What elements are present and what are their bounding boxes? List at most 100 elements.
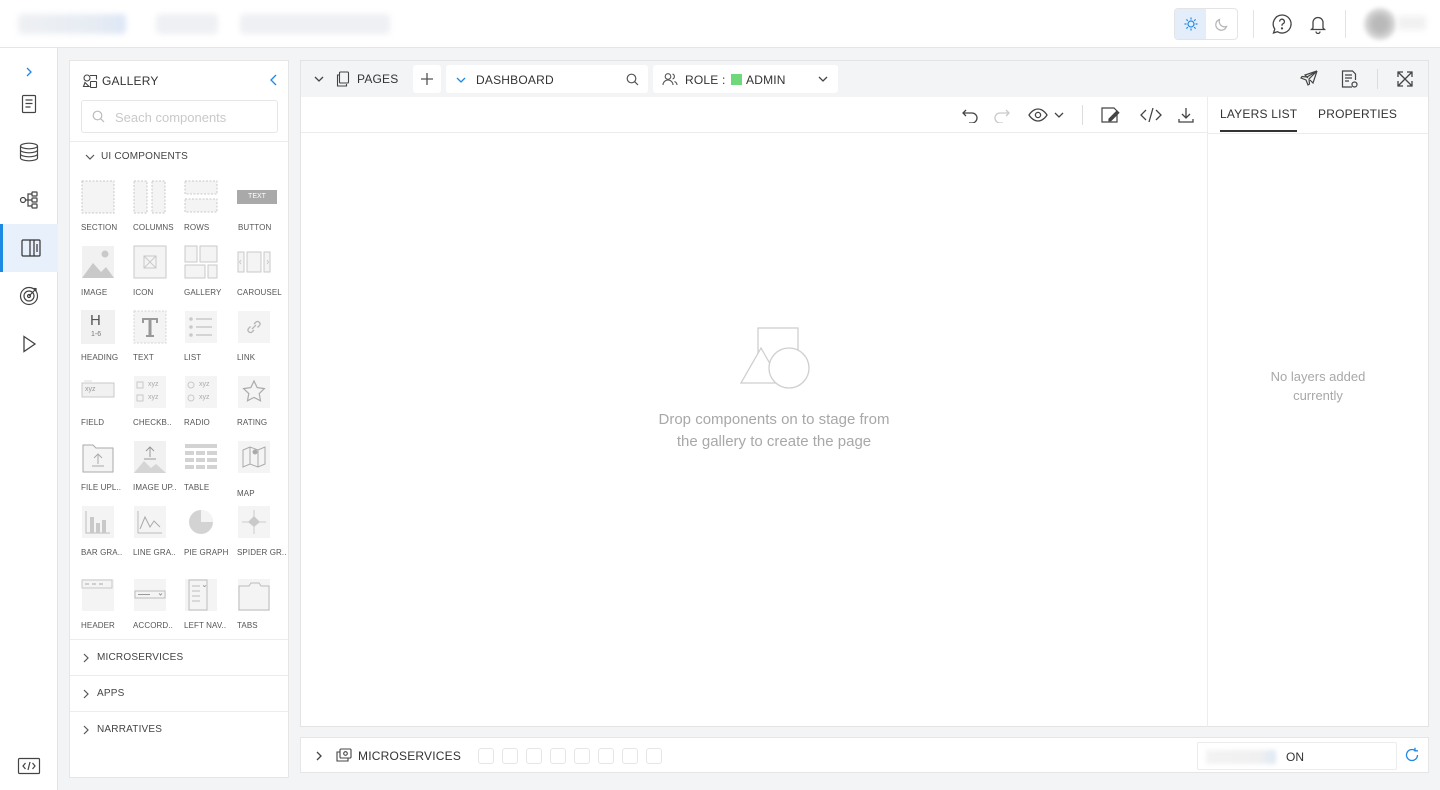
component-heading[interactable]: H 1-6 HEADING [81, 310, 133, 368]
component-checkbox[interactable]: xyz xyz CHECKB.. [133, 375, 185, 433]
component-icon[interactable]: ICON [133, 245, 185, 303]
button-icon: TEXT [237, 190, 277, 204]
component-file-upload[interactable]: FILE UPL.. [81, 440, 133, 498]
refresh-icon[interactable] [1404, 747, 1420, 763]
layers-empty-message: No layers added currently [1270, 369, 1366, 403]
gallery-icon [82, 73, 98, 89]
redo-icon[interactable] [992, 105, 1012, 125]
workflow-icon[interactable] [0, 176, 58, 224]
page-name: DASHBOARD [476, 73, 554, 87]
component-radio[interactable]: xyz xyz RADIO [184, 375, 236, 433]
search-icon [92, 110, 105, 123]
component-left-nav[interactable]: LEFT NAV.. [184, 578, 236, 636]
preview-eye-icon[interactable] [1028, 105, 1068, 125]
microservices-section[interactable]: MICROSERVICES [70, 639, 288, 675]
tab-layers-list[interactable]: LAYERS LIST [1220, 107, 1298, 132]
pages-label: PAGES [357, 72, 399, 86]
add-page-button[interactable] [413, 65, 441, 93]
download-icon[interactable] [1176, 105, 1196, 125]
component-tabs[interactable]: TABS [237, 578, 289, 636]
search-placeholder: Seach components [115, 110, 227, 125]
page-builder-icon[interactable] [0, 224, 58, 272]
role-select[interactable]: ROLE : ADMIN [653, 65, 838, 93]
microservice-slot[interactable] [646, 748, 662, 764]
component-rows[interactable]: ROWS [184, 180, 236, 238]
microservice-slot[interactable] [526, 748, 542, 764]
gallery-title: GALLERY [102, 74, 159, 88]
page-settings-icon[interactable] [1339, 69, 1359, 89]
component-list[interactable]: LIST [184, 310, 236, 368]
component-header[interactable]: HEADER [81, 578, 133, 636]
undo-icon[interactable] [960, 105, 980, 125]
component-image[interactable]: IMAGE [81, 245, 133, 303]
divider [1082, 105, 1083, 125]
status-field[interactable]: ON [1197, 742, 1397, 770]
chevron-right-icon[interactable] [314, 750, 324, 762]
component-bar-graph[interactable]: BAR GRA.. [81, 505, 133, 563]
role-label: ROLE : [685, 73, 726, 87]
component-table[interactable]: TABLE [184, 440, 236, 498]
help-bubble-icon[interactable] [1270, 12, 1294, 36]
tab-properties[interactable]: PROPERTIES [1318, 107, 1397, 121]
ui-components-section[interactable]: UI COMPONENTS [101, 151, 188, 162]
component-section[interactable]: SECTION [81, 180, 133, 238]
heading-icon: H [90, 312, 101, 329]
narratives-section[interactable]: NARRATIVES [70, 711, 288, 747]
component-rating[interactable]: RATING [237, 375, 289, 433]
microservices-icon [336, 748, 352, 762]
fullscreen-icon[interactable] [1395, 69, 1415, 89]
microservice-slot[interactable] [598, 748, 614, 764]
sun-icon[interactable] [1175, 9, 1206, 39]
document-icon[interactable] [0, 80, 58, 128]
microservice-slot[interactable] [502, 748, 518, 764]
user-menu[interactable] [1398, 16, 1426, 30]
code-view-icon[interactable] [1139, 105, 1163, 125]
page-select[interactable]: DASHBOARD [446, 65, 648, 93]
component-line-graph[interactable]: LINE GRA.. [133, 505, 185, 563]
target-icon[interactable] [0, 272, 58, 320]
microservice-slot[interactable] [550, 748, 566, 764]
edit-document-icon[interactable] [1100, 105, 1120, 125]
component-field[interactable]: xyz FIELD [81, 375, 133, 433]
moon-icon[interactable] [1206, 9, 1237, 39]
component-columns[interactable]: COLUMNS [133, 180, 185, 238]
chevron-down-icon[interactable] [313, 73, 325, 85]
component-button[interactable]: TEXT BUTTON [237, 180, 289, 238]
right-panel: LAYERS LIST PROPERTIES No layers added c… [1207, 97, 1428, 727]
gallery-panel: GALLERY Seach components UI COMPONENTS S… [69, 60, 289, 778]
bell-icon[interactable] [1306, 12, 1330, 36]
gallery-header: GALLERY [70, 61, 288, 99]
chevron-down-icon[interactable] [84, 151, 96, 163]
microservice-slot[interactable] [574, 748, 590, 764]
database-icon[interactable] [0, 128, 58, 176]
divider [1253, 10, 1254, 38]
header-nav-item[interactable] [156, 14, 218, 34]
stage-canvas[interactable]: Drop components on to stage from the gal… [301, 133, 1207, 727]
component-image-upload[interactable]: IMAGE UP.. [133, 440, 185, 498]
apps-section[interactable]: APPS [70, 675, 288, 711]
component-pie-graph[interactable]: PIE GRAPH [184, 505, 236, 563]
component-search-input[interactable]: Seach components [81, 100, 278, 133]
microservice-slot[interactable] [478, 748, 494, 764]
status-value: ON [1286, 750, 1304, 764]
divider [1377, 69, 1378, 89]
collapse-chevron-icon[interactable] [268, 73, 280, 87]
divider [1345, 10, 1346, 38]
chevron-down-icon [456, 77, 466, 83]
component-spider-graph[interactable]: SPIDER GR.. [237, 505, 289, 563]
publish-rocket-icon[interactable] [1299, 69, 1319, 89]
component-text[interactable]: TEXT [133, 310, 185, 368]
avatar[interactable] [1364, 8, 1396, 40]
left-rail [0, 48, 58, 790]
pages-icon [336, 71, 350, 87]
component-carousel[interactable]: CAROUSEL [237, 245, 289, 303]
code-icon[interactable] [0, 742, 58, 790]
component-link[interactable]: LINK [237, 310, 289, 368]
component-accordion[interactable]: ACCORD.. [133, 578, 185, 636]
component-gallery[interactable]: GALLERY [184, 245, 236, 303]
component-map[interactable]: MAP [237, 440, 289, 498]
header-nav-item[interactable] [240, 14, 390, 34]
theme-toggle[interactable] [1174, 8, 1238, 40]
microservice-slot[interactable] [622, 748, 638, 764]
play-icon[interactable] [0, 320, 58, 368]
